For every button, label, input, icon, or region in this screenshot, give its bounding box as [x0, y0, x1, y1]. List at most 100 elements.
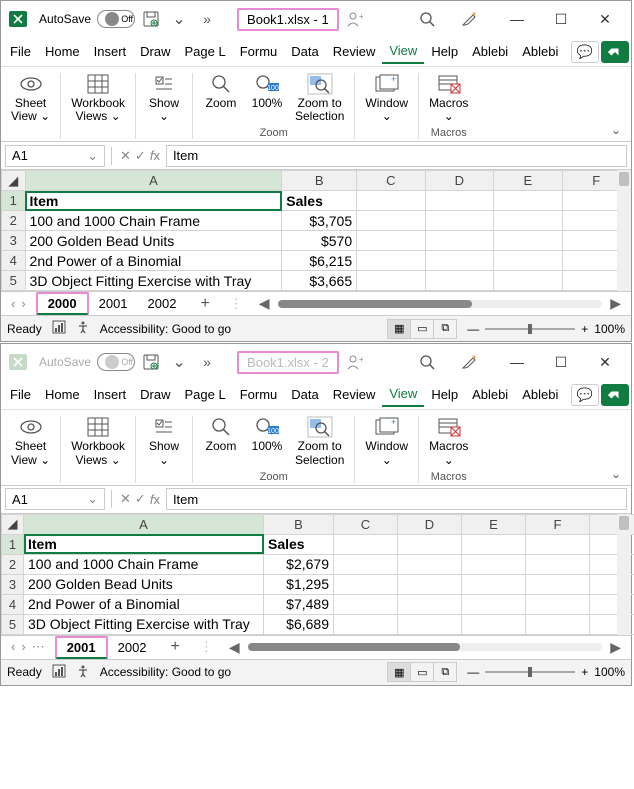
accessibility-icon[interactable] [76, 664, 90, 681]
tab-prev-icon[interactable]: ‹ [11, 296, 15, 311]
zoom-in-button[interactable]: + [581, 665, 588, 679]
show-button[interactable]: Show ⌄ [142, 71, 186, 125]
row-header-1[interactable]: 1 [2, 534, 24, 554]
cell-B2[interactable]: $3,705 [282, 211, 357, 231]
col-header-B[interactable]: B [264, 514, 334, 534]
menu-view[interactable]: View [382, 39, 424, 64]
design-icon[interactable] [457, 350, 481, 374]
cell-A5[interactable]: 3D Object Fitting Exercise with Tray [24, 614, 264, 634]
formula-input[interactable]: Item [166, 145, 627, 167]
vertical-scrollbar[interactable] [617, 170, 631, 291]
view-normal-button[interactable]: ▦ [387, 662, 411, 682]
ribbon-collapse-icon[interactable]: ⌄ [611, 123, 621, 137]
zoom-button[interactable]: Zoom [199, 71, 243, 125]
cell-A1[interactable]: Item [25, 191, 282, 211]
share-button[interactable] [601, 41, 629, 63]
menu-home[interactable]: Home [38, 383, 87, 406]
cell-F4[interactable] [526, 594, 590, 614]
cell-E4[interactable] [462, 594, 526, 614]
cell-A3[interactable]: 200 Golden Bead Units [25, 231, 282, 251]
menu-formu[interactable]: Formu [233, 383, 285, 406]
cell-E5[interactable] [462, 614, 526, 634]
zoom-100-button[interactable]: 100 100% [245, 71, 289, 125]
cell-F5[interactable] [526, 614, 590, 634]
accessibility-icon[interactable] [76, 320, 90, 337]
cell-D5[interactable] [398, 614, 462, 634]
zoom-selection-button[interactable]: Zoom to Selection [291, 414, 348, 468]
menu-data[interactable]: Data [284, 40, 325, 63]
cell-A4[interactable]: 2nd Power of a Binomial [25, 251, 282, 271]
cell-E2[interactable] [494, 211, 562, 231]
cell-C5[interactable] [334, 614, 398, 634]
col-header-F[interactable]: F [526, 514, 590, 534]
menu-ablebi[interactable]: Ablebi [465, 383, 515, 406]
minimize-button[interactable]: — [497, 5, 537, 33]
name-box[interactable]: A1⌄ [5, 145, 105, 167]
search-icon[interactable] [415, 350, 439, 374]
sheet-tab-2001[interactable]: 2001 [55, 636, 108, 659]
view-pagebreak-button[interactable]: ⧉ [433, 662, 457, 682]
row-header-1[interactable]: 1 [2, 191, 26, 211]
save-icon[interactable] [139, 350, 163, 374]
cell-C1[interactable] [357, 191, 425, 211]
zoom-slider[interactable] [485, 328, 575, 330]
menu-home[interactable]: Home [38, 40, 87, 63]
cell-D2[interactable] [398, 554, 462, 574]
cell-C4[interactable] [357, 251, 425, 271]
menu-view[interactable]: View [382, 382, 424, 407]
zoom-level[interactable]: 100% [594, 322, 625, 336]
row-header-5[interactable]: 5 [2, 271, 26, 291]
menu-pagel[interactable]: Page L [178, 40, 233, 63]
cell-C4[interactable] [334, 594, 398, 614]
tab-next-icon[interactable]: › [21, 639, 25, 655]
stats-icon[interactable] [52, 664, 66, 681]
menu-data[interactable]: Data [284, 383, 325, 406]
cell-F2[interactable] [526, 554, 590, 574]
cell-E5[interactable] [494, 271, 562, 291]
col-header-D[interactable]: D [425, 171, 493, 191]
qat-overflow-icon[interactable] [195, 350, 219, 374]
zoom-selection-button[interactable]: Zoom to Selection [291, 71, 348, 125]
col-header-A[interactable]: A [24, 514, 264, 534]
ribbon-collapse-icon[interactable]: ⌄ [611, 467, 621, 481]
cell-B5[interactable]: $3,665 [282, 271, 357, 291]
menu-insert[interactable]: Insert [87, 40, 134, 63]
design-icon[interactable] [457, 7, 481, 31]
window-button[interactable]: + Window ⌄ [361, 414, 412, 468]
show-button[interactable]: Show ⌄ [142, 414, 186, 468]
sheet-tab-2002[interactable]: 2002 [108, 638, 157, 657]
cell-E2[interactable] [462, 554, 526, 574]
cell-E3[interactable] [462, 574, 526, 594]
cell-D3[interactable] [398, 574, 462, 594]
cell-B1[interactable]: Sales [282, 191, 357, 211]
cell-E1[interactable] [494, 191, 562, 211]
cancel-icon[interactable]: ✕ [120, 491, 131, 507]
cell-D3[interactable] [425, 231, 493, 251]
name-box[interactable]: A1⌄ [5, 488, 105, 510]
enter-icon[interactable]: ✓ [135, 491, 146, 507]
add-sheet-button[interactable]: + [157, 638, 194, 656]
enter-icon[interactable]: ✓ [135, 148, 146, 164]
maximize-button[interactable]: ☐ [541, 5, 581, 33]
cell-A3[interactable]: 200 Golden Bead Units [24, 574, 264, 594]
add-sheet-button[interactable]: + [186, 295, 223, 313]
select-all-corner[interactable]: ◢ [2, 514, 24, 534]
col-header-E[interactable]: E [462, 514, 526, 534]
zoom-out-button[interactable]: — [467, 322, 479, 336]
cell-D4[interactable] [398, 594, 462, 614]
cell-E4[interactable] [494, 251, 562, 271]
menu-review[interactable]: Review [326, 383, 383, 406]
macros-button[interactable]: Macros ⌄ [425, 414, 472, 468]
cell-F1[interactable] [526, 534, 590, 554]
menu-pagel[interactable]: Page L [178, 383, 233, 406]
close-button[interactable]: ✕ [585, 348, 625, 376]
menu-formu[interactable]: Formu [233, 40, 285, 63]
menu-review[interactable]: Review [326, 40, 383, 63]
stats-icon[interactable] [52, 320, 66, 337]
col-header-B[interactable]: B [282, 171, 357, 191]
menu-ablebi[interactable]: Ablebi [515, 383, 565, 406]
menu-help[interactable]: Help [424, 383, 465, 406]
cell-E3[interactable] [494, 231, 562, 251]
close-button[interactable]: ✕ [585, 5, 625, 33]
tab-prev-icon[interactable]: ‹ [11, 639, 15, 655]
